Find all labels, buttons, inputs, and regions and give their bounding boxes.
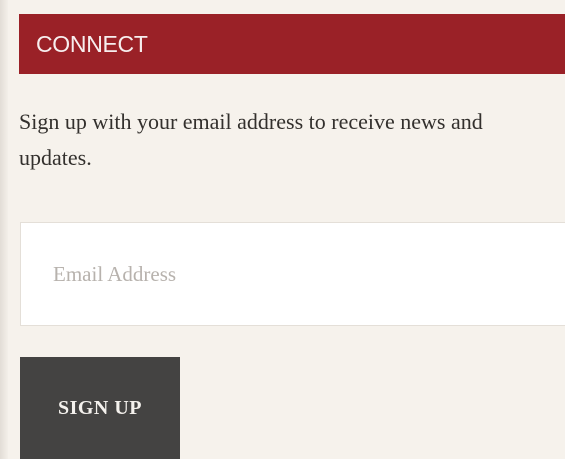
newsletter-widget: CONNECT Sign up with your email address … bbox=[0, 0, 565, 459]
email-field[interactable] bbox=[20, 222, 565, 326]
signup-description: Sign up with your email address to recei… bbox=[19, 109, 483, 170]
signup-button[interactable]: SIGN UP bbox=[20, 357, 180, 459]
section-header: CONNECT bbox=[19, 14, 565, 74]
section-title: CONNECT bbox=[36, 30, 148, 57]
divider bbox=[0, 0, 8, 459]
